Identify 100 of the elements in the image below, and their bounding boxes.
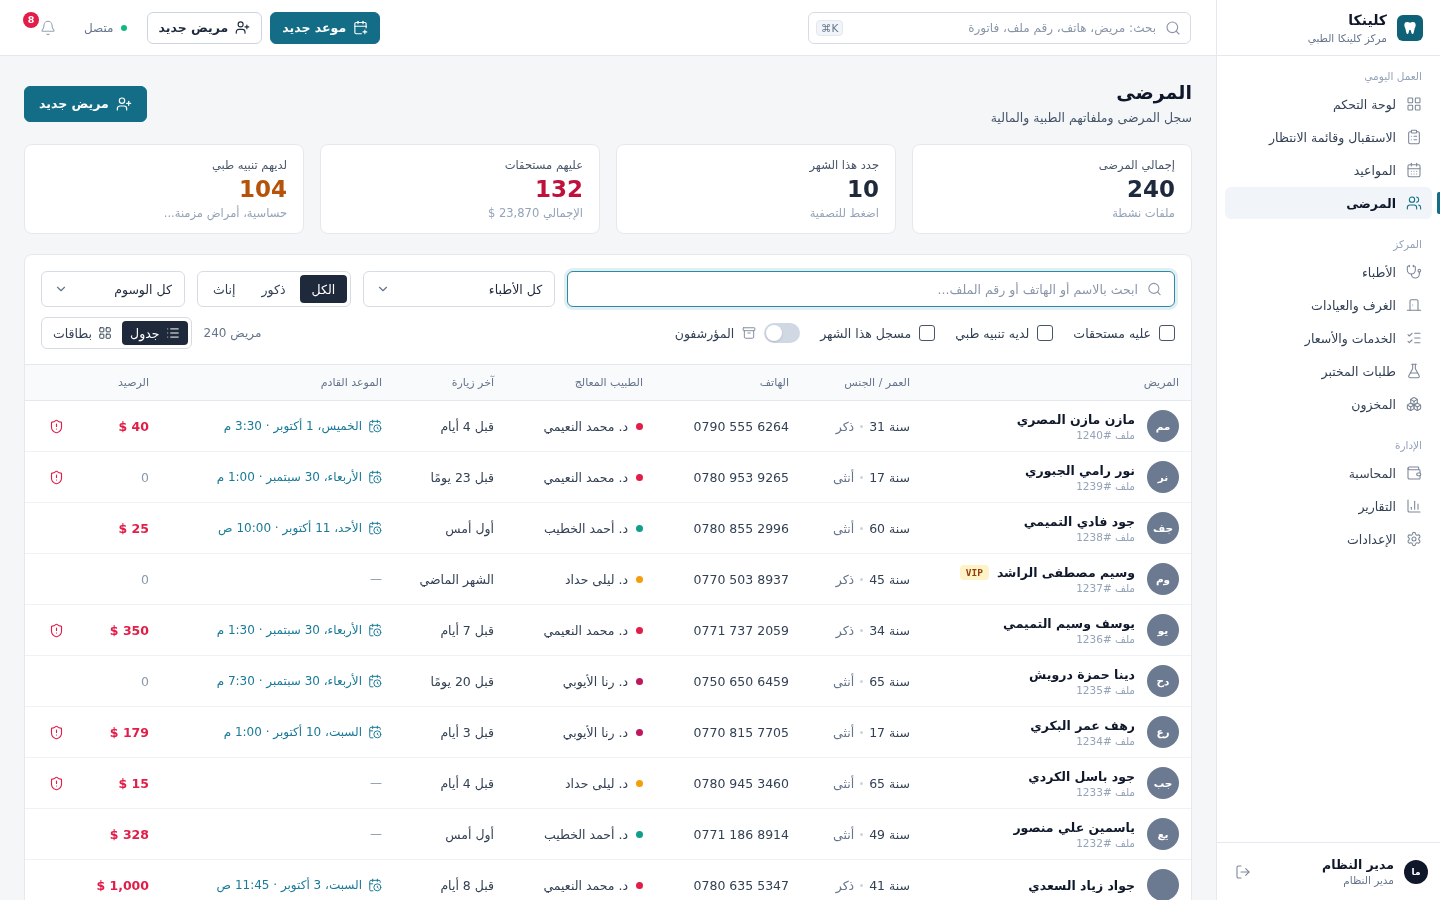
flask-icon (1406, 363, 1422, 379)
last-visit: أول أمس (445, 826, 494, 842)
nav-item[interactable]: الخدمات والأسعار (1225, 322, 1432, 354)
brand-name: كلينكا (1347, 10, 1387, 29)
nav-item[interactable]: المرضى (1225, 187, 1432, 219)
nav-item[interactable]: الاستقبال وقائمة الانتظار (1225, 121, 1432, 153)
toggle-label[interactable]: المؤرشفون (674, 325, 735, 341)
nav-item[interactable]: طلبات المختبر (1225, 355, 1432, 387)
doctor-select[interactable]: كل الأطباء (363, 271, 556, 307)
separator-dot-icon (860, 628, 864, 632)
nav-section-title: الإدارة (1393, 438, 1423, 453)
nav-item[interactable]: المواعيد (1225, 154, 1432, 186)
page-subtitle: سجل المرضى وملفاتهم الطبية والمالية (990, 109, 1192, 127)
phone-number: 0780 945 3460 (693, 775, 789, 791)
view-tab[interactable]: جدول (122, 321, 188, 345)
patient-count: 240 مريض (203, 326, 262, 340)
patient-name[interactable]: جود فادي التميمي (1023, 513, 1135, 529)
patient-name[interactable]: جود باسل الكردي (1028, 768, 1135, 784)
gender-filter-tab[interactable]: ذكور (249, 275, 298, 303)
calendar-clock-icon (368, 878, 382, 892)
phone-number: 0780 855 2996 (693, 520, 789, 536)
nav-item[interactable]: الإعدادات (1225, 523, 1432, 555)
stat-value: 132 (535, 175, 583, 204)
next-appointment[interactable]: الأحد، 11 أكتوبر · 10:00 ص (218, 521, 362, 535)
calendar-clock-icon (368, 470, 382, 484)
last-visit: قبل 23 يومًا (430, 469, 494, 485)
door-icon (1406, 297, 1422, 313)
stat-label: جدد هذا الشهر (809, 157, 879, 174)
toggle-switch[interactable] (764, 323, 801, 343)
user-role: مدير النظام (1342, 874, 1394, 886)
checkbox[interactable] (1159, 325, 1175, 341)
next-appointment[interactable]: الخميس، 1 أكتوبر · 3:30 م (223, 419, 362, 433)
file-number: ملف #1237 (1076, 581, 1135, 594)
tag-select[interactable]: كل الوسوم (41, 271, 185, 307)
phone-number: 0780 953 9265 (693, 469, 789, 485)
patient-name[interactable]: جواد زياد السعدي (1028, 877, 1135, 893)
stat-label: إجمالي المرضى (1098, 157, 1175, 174)
file-number: ملف #1239 (1076, 479, 1135, 492)
patient-name[interactable]: دينا حمزة درويش (1029, 666, 1135, 682)
patient-age: 41 سنة (869, 877, 910, 893)
patient-name[interactable]: يوسف وسيم التميمي (1003, 615, 1135, 631)
last-visit: قبل 3 أيام (440, 724, 494, 740)
patient-name[interactable]: مازن مازن المصري (1016, 411, 1135, 427)
next-appointment[interactable]: السبت، 10 أكتوبر · 1:00 م (223, 725, 362, 739)
calendar-clock-icon (368, 419, 382, 433)
patient-name[interactable]: رهف عمر البكري (1030, 717, 1135, 733)
nav-section-title: العمل اليومي (1363, 69, 1423, 84)
new-appointment-button[interactable]: موعد جديد (270, 11, 381, 44)
file-number: ملف #1238 (1076, 530, 1135, 543)
new-patient-button[interactable]: مريض جديد (146, 11, 263, 44)
file-number: ملف #1240 (1076, 428, 1135, 441)
nav-item[interactable]: الأطباء (1225, 256, 1432, 288)
next-appointment[interactable]: السبت، 3 أكتوبر · 11:45 ص (216, 878, 362, 892)
nav-item[interactable]: المخزون (1225, 388, 1432, 420)
phone-number: 0770 503 8937 (693, 571, 789, 587)
view-tab[interactable]: بطاقات (45, 321, 121, 345)
patient-gender: أنثى (833, 673, 855, 689)
separator-dot-icon (860, 526, 864, 530)
checkbox-label[interactable]: مسجل هذا الشهر (820, 325, 912, 341)
balance-amount: $ 328 (109, 826, 149, 842)
balance-amount: $ 350 (109, 622, 149, 638)
patient-search-field[interactable]: ابحث بالاسم أو الهاتف أو رقم الملف... (567, 271, 1175, 307)
list-icon (165, 326, 180, 340)
phone-number: 0750 650 6459 (693, 673, 789, 689)
doctor-name: د. ليلى حداد (565, 571, 628, 587)
gender-filter-tab[interactable]: إناث (201, 275, 248, 303)
separator-dot-icon (860, 577, 864, 581)
file-number: ملف #1232 (1076, 836, 1135, 849)
next-appointment[interactable]: الأربعاء، 30 سبتمبر · 1:30 م (216, 623, 362, 637)
balance-amount: $ 179 (109, 724, 149, 740)
next-appointment: — (370, 776, 382, 790)
next-appointment[interactable]: الأربعاء، 30 سبتمبر · 7:30 م (216, 674, 362, 688)
last-visit: قبل 8 أيام (440, 877, 494, 893)
stat-value: 10 (847, 175, 879, 204)
balance-amount: $ 25 (118, 520, 149, 536)
nav-item[interactable]: لوحة التحكم (1225, 88, 1432, 120)
patient-gender: أنثى (833, 520, 855, 536)
checkbox[interactable] (919, 325, 936, 341)
gender-filter-tab[interactable]: الكل (299, 275, 348, 303)
doctor-name: د. محمد النعيمي (543, 469, 628, 485)
column-header: العمر / الجنس (801, 364, 922, 401)
next-appointment[interactable]: الأربعاء، 30 سبتمبر · 1:00 م (216, 470, 362, 484)
patient-name[interactable]: وسيم مصطفى الراشد (996, 564, 1135, 580)
nav-item[interactable]: الغرف والعيادات (1225, 289, 1432, 321)
nav-item[interactable]: التقارير (1225, 490, 1432, 522)
doctor-name: د. محمد النعيمي (543, 622, 628, 638)
patient-gender: ذكر (835, 622, 855, 638)
checkbox[interactable] (1037, 325, 1054, 341)
column-header: المريض (922, 364, 1191, 401)
new-patient-button[interactable]: مريض جديد (24, 85, 147, 122)
patient-name[interactable]: نور رامي الجبوري (1025, 462, 1135, 478)
patient-gender: ذكر (835, 418, 855, 434)
patient-name[interactable]: ياسمين علي منصور (1013, 819, 1135, 835)
phone-number: 0771 737 2059 (693, 622, 789, 638)
checkbox-label[interactable]: عليه مستحقات (1073, 325, 1151, 341)
logout-button[interactable] (1235, 863, 1251, 880)
bar-chart-icon (1406, 498, 1422, 514)
checkbox-label[interactable]: لديه تنبيه طبي (955, 325, 1030, 341)
patient-gender: أنثى (833, 724, 855, 740)
nav-item[interactable]: المحاسبة (1225, 457, 1432, 489)
